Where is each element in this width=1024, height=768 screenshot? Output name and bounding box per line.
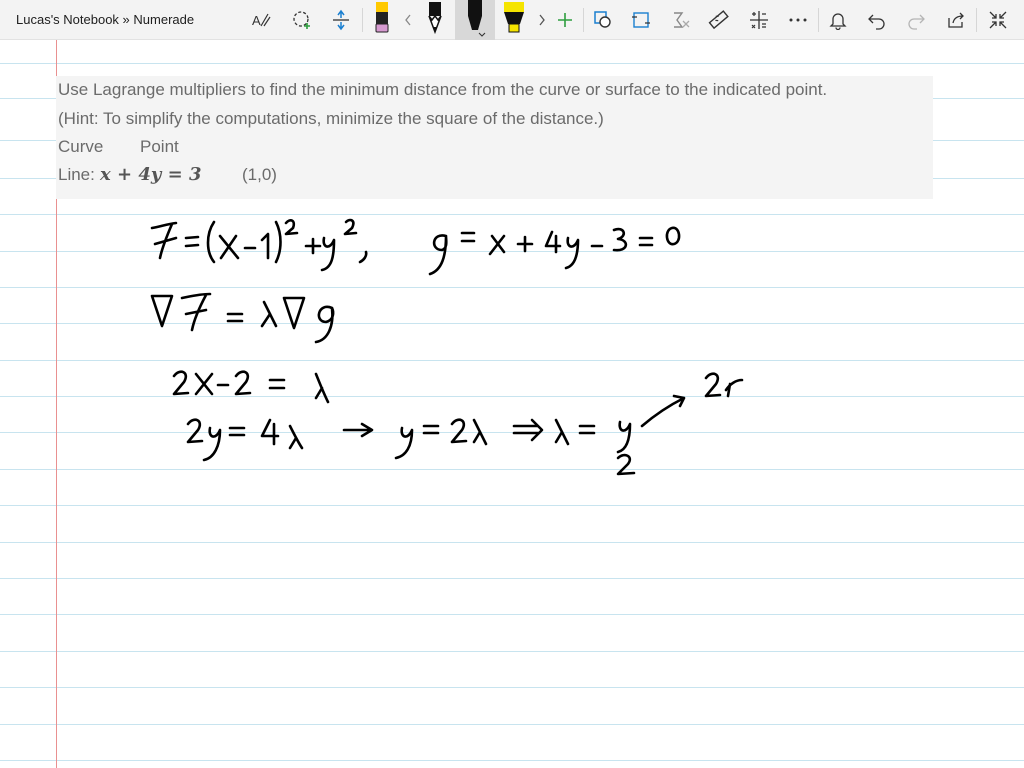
ink-line-3	[172, 370, 330, 404]
svg-text:A: A	[252, 13, 261, 28]
share-icon[interactable]	[943, 4, 969, 36]
redo-icon[interactable]	[903, 4, 929, 36]
toolbar-separator	[362, 8, 363, 32]
undo-icon[interactable]	[864, 4, 890, 36]
handwriting-ink[interactable]	[0, 40, 1024, 768]
chevron-right-icon[interactable]	[534, 4, 550, 36]
pen-icon[interactable]	[370, 0, 394, 40]
ink-math-icon[interactable]	[668, 4, 694, 36]
toolbar-separator	[583, 8, 584, 32]
notebook-title: Lucas's Notebook » Numerade	[16, 12, 195, 27]
toolbar-separator	[818, 8, 819, 32]
ink-line-2	[150, 292, 335, 344]
math-icon[interactable]	[746, 4, 772, 36]
add-space-icon[interactable]	[327, 4, 355, 36]
plus-icon[interactable]	[555, 4, 575, 36]
more-icon[interactable]	[785, 4, 811, 36]
toolbar-separator	[976, 8, 977, 32]
bell-icon[interactable]	[825, 4, 851, 36]
pen-icon-selected[interactable]	[462, 0, 488, 40]
chevron-left-icon[interactable]	[400, 4, 416, 36]
shapes-icon[interactable]	[590, 4, 616, 36]
pencil-icon[interactable]	[423, 0, 447, 40]
highlighter-icon[interactable]	[500, 0, 528, 40]
ink-to-shape-icon[interactable]	[628, 4, 654, 36]
ink-line-1	[150, 218, 681, 276]
note-page[interactable]: Use Lagrange multipliers to find the min…	[0, 40, 1024, 768]
text-ink-icon[interactable]: A	[248, 4, 276, 36]
lasso-icon[interactable]	[288, 4, 316, 36]
ruler-icon[interactable]	[706, 4, 732, 36]
collapse-icon[interactable]	[985, 4, 1011, 36]
app-window: Lucas's Notebook » Numerade A Use Lagran…	[0, 0, 1024, 768]
toolbar: Lucas's Notebook » Numerade A	[0, 0, 1024, 40]
